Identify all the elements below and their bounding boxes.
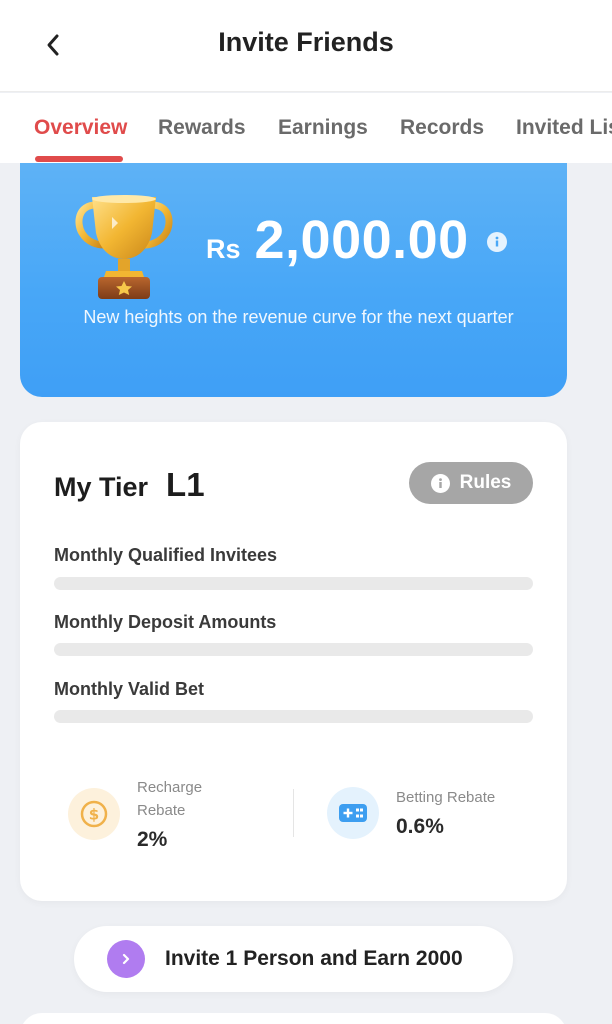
divider — [293, 789, 294, 837]
tab-overview[interactable]: Overview — [34, 116, 127, 140]
earnings-banner: Rs 2,000.00 New heights on the revenue c… — [20, 163, 567, 397]
rebate-label: Betting Rebate — [396, 789, 496, 806]
info-icon — [430, 473, 450, 493]
reward-amount-row: Rs 2,000.00 — [206, 209, 507, 271]
recharge-rebate: $ Recharge Rebate 2% — [68, 776, 227, 852]
rebate-label: Recharge Rebate — [137, 779, 203, 819]
tier-heading: My Tier L1 — [54, 466, 205, 504]
tab-bar: Overview Rewards Earnings Records Invite… — [0, 93, 612, 163]
trophy-icon — [75, 195, 173, 299]
coin-icon: $ — [68, 788, 120, 840]
active-tab-indicator — [35, 156, 123, 162]
tier-value: L1 — [166, 466, 205, 503]
metric-label-deposit-amounts: Monthly Deposit Amounts — [54, 612, 277, 632]
tier-label: My Tier — [54, 472, 149, 502]
tab-rewards[interactable]: Rewards — [158, 116, 246, 140]
metric-label-valid-bet: Monthly Valid Bet — [54, 679, 205, 699]
info-icon[interactable] — [486, 232, 507, 252]
reward-amount: 2,000.00 — [254, 210, 469, 270]
progress-bar-qualified-invitees — [54, 577, 533, 590]
tab-earnings[interactable]: Earnings — [278, 116, 368, 140]
metric-label-qualified-invitees: Monthly Qualified Invitees — [54, 545, 278, 565]
svg-text:$: $ — [89, 806, 99, 824]
gamepad-icon — [327, 786, 379, 839]
rules-button-label: Rules — [459, 472, 512, 493]
rebate-value: 0.6% — [396, 815, 444, 838]
invite-earn-label: Invite 1 Person and Earn 2000 — [165, 947, 463, 970]
chevron-right-icon — [107, 940, 145, 978]
tier-card: My Tier L1 Rules Monthly Qualified Invit… — [20, 422, 567, 901]
progress-bar-valid-bet — [54, 710, 533, 723]
invite-earn-button[interactable]: Invite 1 Person and Earn 2000 — [74, 926, 513, 992]
banner-subtitle: New heights on the revenue curve for the… — [83, 307, 514, 327]
tab-records[interactable]: Records — [400, 116, 484, 140]
rebate-value: 2% — [137, 828, 168, 851]
progress-bar-deposit-amounts — [54, 643, 533, 656]
betting-rebate: Betting Rebate 0.6% — [327, 786, 495, 839]
page-title: Invite Friends — [218, 27, 394, 57]
next-card — [20, 1013, 567, 1024]
rules-button[interactable]: Rules — [409, 462, 533, 504]
app-header: Invite Friends — [0, 0, 612, 92]
currency-label: Rs — [206, 234, 241, 264]
tab-invited-list[interactable]: Invited Lis — [516, 116, 612, 140]
